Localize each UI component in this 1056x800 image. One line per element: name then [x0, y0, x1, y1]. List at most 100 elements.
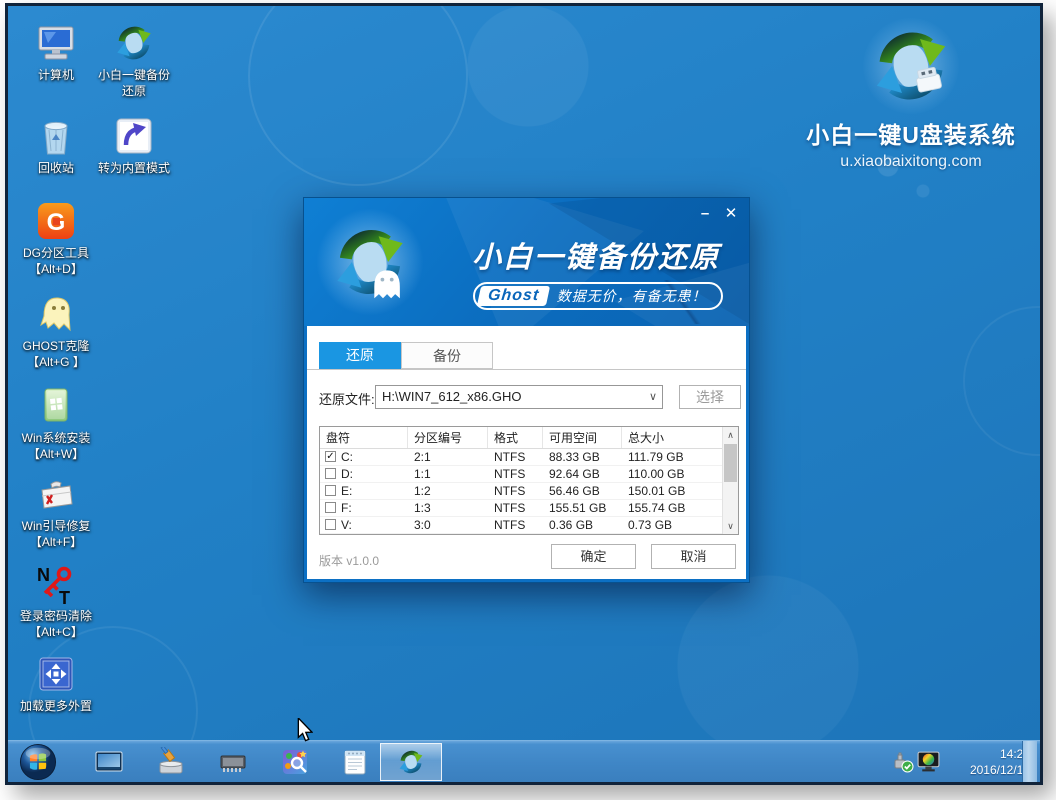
- free-space: 88.33 GB: [543, 449, 622, 465]
- curved-arrow-icon: [111, 113, 157, 159]
- start-button[interactable]: [19, 743, 57, 781]
- desktop-icon-dg-partition[interactable]: G DG分区工具 【Alt+D】: [10, 198, 102, 277]
- desktop-icon-password-clear[interactable]: NT 登录密码清除 【Alt+C】: [10, 561, 102, 640]
- choose-file-button[interactable]: 选择: [679, 385, 741, 409]
- fs-format: NTFS: [488, 500, 543, 516]
- dialog-title: 小白一键备份还原: [452, 234, 740, 276]
- dialog-banner: 小白一键备份还原 Ghost 数据无价，有备无患！ – ✕: [304, 198, 749, 326]
- ghost-badge: Ghost 数据无价，有备无患！: [473, 282, 722, 310]
- desktop-icon-builtin-mode[interactable]: 转为内置模式: [88, 113, 180, 177]
- fs-format: NTFS: [488, 449, 543, 465]
- version-label: 版本 v1.0.0: [319, 552, 379, 569]
- dg-partition-icon: G: [33, 198, 79, 244]
- clock-date: 2016/12/15: [950, 762, 1030, 778]
- partition-id: 1:1: [408, 466, 488, 482]
- partition-id: 3:0: [408, 517, 488, 533]
- recycle-bin-icon: [33, 113, 79, 159]
- close-button[interactable]: ✕: [721, 204, 741, 224]
- partition-id: 1:2: [408, 483, 488, 499]
- total-size: 0.73 GB: [622, 517, 722, 533]
- desktop-icon-load-more[interactable]: 加载更多外置: [10, 651, 102, 715]
- column-header-partition: 分区编号: [408, 427, 488, 448]
- taskbar-clock[interactable]: 14:28 2016/12/15: [950, 746, 1030, 778]
- row-checkbox[interactable]: [325, 502, 336, 513]
- total-size: 155.74 GB: [622, 500, 722, 516]
- ghost-chip: Ghost: [477, 286, 550, 306]
- drive-letter: F:: [341, 500, 352, 516]
- drive-cell: V:: [320, 517, 408, 533]
- tab-backup[interactable]: 备份: [401, 342, 493, 369]
- xiaobai-usb-logo-icon: [863, 18, 959, 114]
- row-checkbox[interactable]: [325, 485, 336, 496]
- desktop-icon-label: GHOST克隆 【Alt+G 】: [10, 339, 102, 370]
- table-row[interactable]: D:1:1NTFS92.64 GB110.00 GB: [320, 466, 722, 483]
- column-header-format: 格式: [488, 427, 543, 448]
- branding-product-name: 小白一键U盘装系统: [776, 116, 1040, 150]
- backup-restore-dialog: 小白一键备份还原 Ghost 数据无价，有备无患！ – ✕ 还原 备份 还原文件…: [303, 197, 750, 583]
- partition-table-body: ✓C:2:1NTFS88.33 GB111.79 GBD:1:1NTFS92.6…: [320, 449, 722, 534]
- desktop-icon-label: Win引导修复 【Alt+F】: [10, 519, 102, 550]
- desktop-icon-label: 加载更多外置: [10, 699, 102, 715]
- chevron-down-icon: ∨: [649, 386, 657, 408]
- desktop-icon-label: 登录密码清除 【Alt+C】: [10, 609, 102, 640]
- cancel-button[interactable]: 取消: [651, 544, 736, 569]
- drive-letter: V:: [341, 517, 352, 533]
- drive-letter: C:: [341, 449, 353, 465]
- free-space: 92.64 GB: [543, 466, 622, 482]
- taskbar-notepad-icon[interactable]: [340, 747, 370, 777]
- drive-cell: ✓ C:: [320, 449, 408, 465]
- desktop-icon-win-install[interactable]: Win系统安装 【Alt+W】: [10, 383, 102, 462]
- nt-key-icon: NT: [33, 561, 79, 607]
- ghost-badge-row: Ghost 数据无价，有备无患！: [456, 282, 740, 310]
- row-checkbox[interactable]: ✓: [325, 451, 336, 462]
- branding: 小白一键U盘装系统 u.xiaobaixitong.com: [776, 18, 1040, 171]
- desktop-icon-xiaobai-backup[interactable]: 小白一键备份 还原: [88, 20, 180, 99]
- restore-file-value: H:\WIN7_612_x86.GHO: [382, 389, 521, 404]
- taskbar-disk-cleanup-icon[interactable]: [156, 747, 186, 777]
- total-size: 150.01 GB: [622, 483, 722, 499]
- taskbar-desktop-preview-icon[interactable]: [94, 747, 124, 777]
- desktop-icon-boot-repair[interactable]: Win引导修复 【Alt+F】: [10, 471, 102, 550]
- branding-url: u.xiaobaixitong.com: [776, 153, 1040, 171]
- toolbox-icon: [33, 471, 79, 517]
- scroll-up-icon[interactable]: ∧: [723, 428, 738, 442]
- computer-icon: [33, 20, 79, 66]
- desktop-icon-label: 转为内置模式: [88, 161, 180, 177]
- table-row[interactable]: F:1:3NTFS155.51 GB155.74 GB: [320, 500, 722, 517]
- ok-button[interactable]: 确定: [551, 544, 636, 569]
- win-installer-icon: [33, 383, 79, 429]
- xiaobai-backup-icon: [111, 20, 157, 66]
- table-row[interactable]: E:1:2NTFS56.46 GB150.01 GB: [320, 483, 722, 500]
- scrollbar-thumb[interactable]: [724, 444, 737, 482]
- fs-format: NTFS: [488, 466, 543, 482]
- scroll-down-icon[interactable]: ∨: [723, 519, 738, 533]
- drive-letter: D:: [341, 466, 353, 482]
- taskbar-image-tool-icon[interactable]: [280, 747, 310, 777]
- desktop-icon-ghost-clone[interactable]: GHOST克隆 【Alt+G 】: [10, 291, 102, 370]
- ghost-icon: [33, 291, 79, 337]
- tray-display-icon[interactable]: [916, 749, 941, 774]
- taskbar-memory-tool-icon[interactable]: [218, 747, 248, 777]
- taskbar-xiaobai-active-button[interactable]: [380, 743, 442, 781]
- row-checkbox[interactable]: [325, 468, 336, 479]
- dialog-logo-icon: [316, 208, 424, 316]
- tray-usb-icon[interactable]: [892, 751, 914, 773]
- restore-file-combobox[interactable]: H:\WIN7_612_x86.GHO ∨: [375, 385, 663, 409]
- column-header-drive: 盘符: [320, 427, 408, 448]
- free-space: 155.51 GB: [543, 500, 622, 516]
- drive-cell: E:: [320, 483, 408, 499]
- table-row[interactable]: ✓C:2:1NTFS88.33 GB111.79 GB: [320, 449, 722, 466]
- desktop-icon-label: 小白一键备份 还原: [88, 68, 180, 99]
- minimize-button[interactable]: –: [695, 204, 715, 224]
- dialog-slogan: 数据无价，有备无患！: [557, 286, 707, 306]
- mouse-cursor: [297, 718, 313, 747]
- table-row[interactable]: V:3:0NTFS0.36 GB0.73 GB: [320, 517, 722, 534]
- table-scrollbar[interactable]: ∧ ∨: [722, 427, 738, 534]
- svg-text:N: N: [37, 565, 50, 585]
- show-desktop-button[interactable]: [1022, 741, 1037, 782]
- free-space: 56.46 GB: [543, 483, 622, 499]
- row-checkbox[interactable]: [325, 519, 336, 530]
- expand-arrows-icon: [33, 651, 79, 697]
- tab-restore[interactable]: 还原: [319, 342, 401, 369]
- clock-time: 14:28: [950, 746, 1030, 762]
